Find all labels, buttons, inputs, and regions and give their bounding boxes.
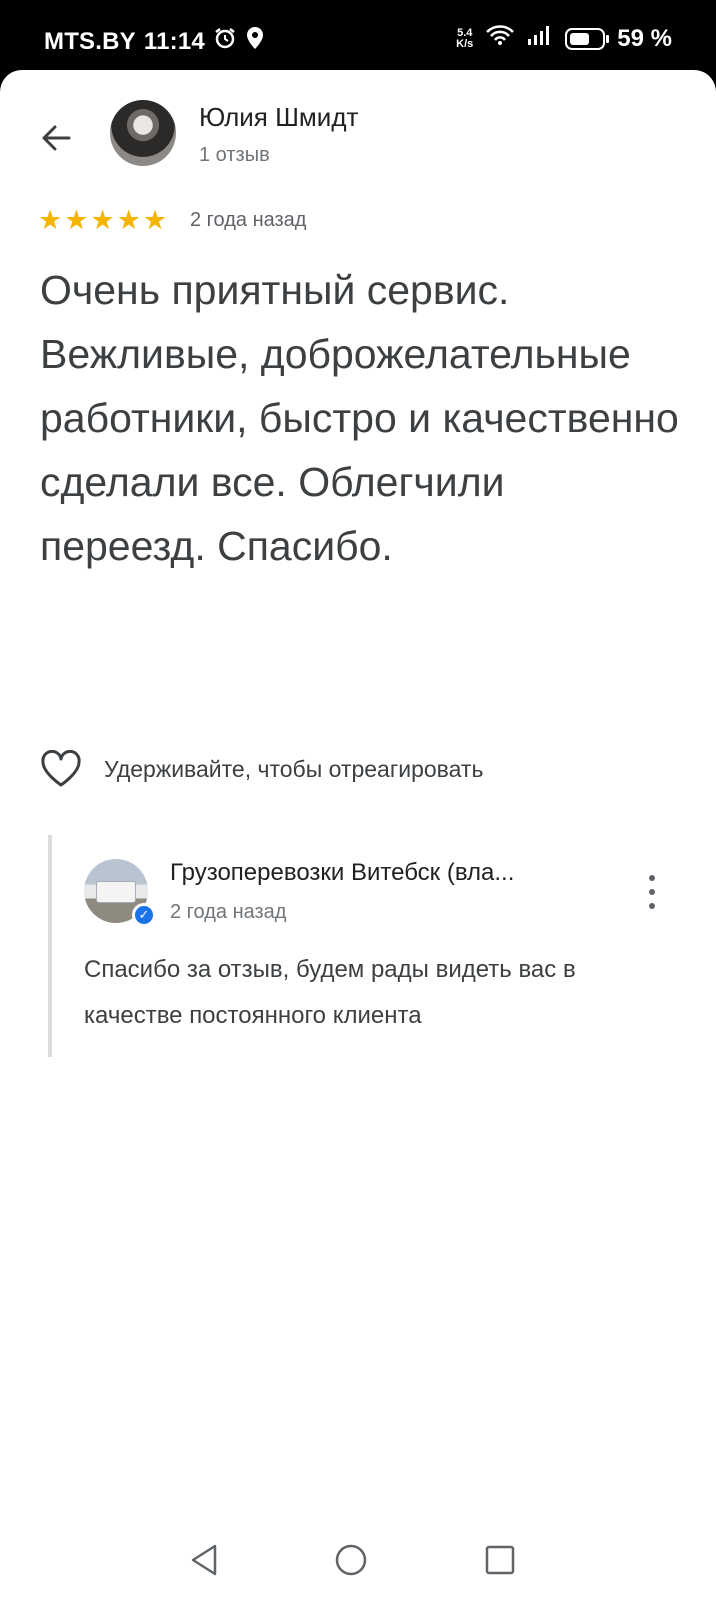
author-avatar[interactable] (110, 100, 176, 166)
more-vert-icon[interactable] (644, 875, 660, 909)
alarm-icon (213, 26, 237, 57)
carrier-name: MTS.BY (44, 27, 136, 55)
back-button[interactable] (36, 118, 76, 158)
battery-percent: 59 % (617, 24, 672, 52)
status-bar: MTS.BY 11:14 5.4 K/s 59 % (0, 0, 716, 70)
review-sheet: Юлия Шмидт 1 отзыв ★ ★ ★ ★ ★ 2 года назад Оч… (0, 70, 716, 1520)
battery-level (570, 32, 589, 45)
review-date: 2 года назад (190, 209, 307, 231)
nav-home-button[interactable] (333, 1542, 369, 1578)
network-speed: 5.4 K/s (456, 26, 474, 50)
net-speed-value: 5.4 (457, 26, 473, 39)
battery-icon (565, 27, 610, 50)
star-icon: ★ (116, 205, 141, 235)
dot (649, 889, 655, 895)
truck-image (96, 881, 136, 903)
net-speed-unit: K/s (456, 37, 474, 50)
triangle-back-icon (191, 1544, 217, 1576)
nav-back-button[interactable] (186, 1542, 222, 1578)
owner-reply: ✓ Грузоперевозки Витебск (вла... 2 года … (48, 835, 688, 1057)
author-name[interactable]: Юлия Шмидт (199, 102, 358, 133)
owner-reply-date: 2 года назад (170, 901, 287, 923)
nav-recents-button[interactable] (482, 1542, 518, 1578)
heart-outline-icon (41, 750, 81, 787)
star-icon: ★ (90, 205, 115, 235)
star-icon: ★ (38, 205, 63, 235)
star-rating: ★ ★ ★ ★ ★ (38, 206, 167, 234)
owner-reply-text: Спасибо за отзыв, будем рады видеть вас … (84, 956, 576, 1029)
react-button[interactable]: Удерживайте, чтобы отреагировать (40, 750, 483, 788)
signal-icon (527, 24, 553, 53)
system-nav-bar (0, 1520, 716, 1599)
author-review-count: 1 отзыв (199, 144, 270, 166)
circle-home-icon (335, 1544, 367, 1576)
status-right: 5.4 K/s 59 % (456, 24, 672, 53)
location-icon (245, 26, 265, 57)
react-label: Удерживайте, чтобы отреагировать (104, 755, 484, 782)
verified-badge-icon: ✓ (132, 903, 156, 927)
wifi-icon (485, 24, 515, 53)
dot (649, 903, 655, 909)
review-text: Очень приятный сервис. Вежливые, доброже… (40, 267, 679, 569)
star-icon: ★ (142, 205, 168, 235)
clock: 11:14 (143, 27, 205, 55)
dot (649, 875, 655, 881)
status-left: MTS.BY 11:14 (44, 26, 265, 57)
owner-name[interactable]: Грузоперевозки Витебск (вла... (170, 859, 600, 887)
star-icon: ★ (64, 205, 89, 235)
square-recents-icon (485, 1545, 515, 1575)
arrow-left-icon (42, 125, 71, 151)
